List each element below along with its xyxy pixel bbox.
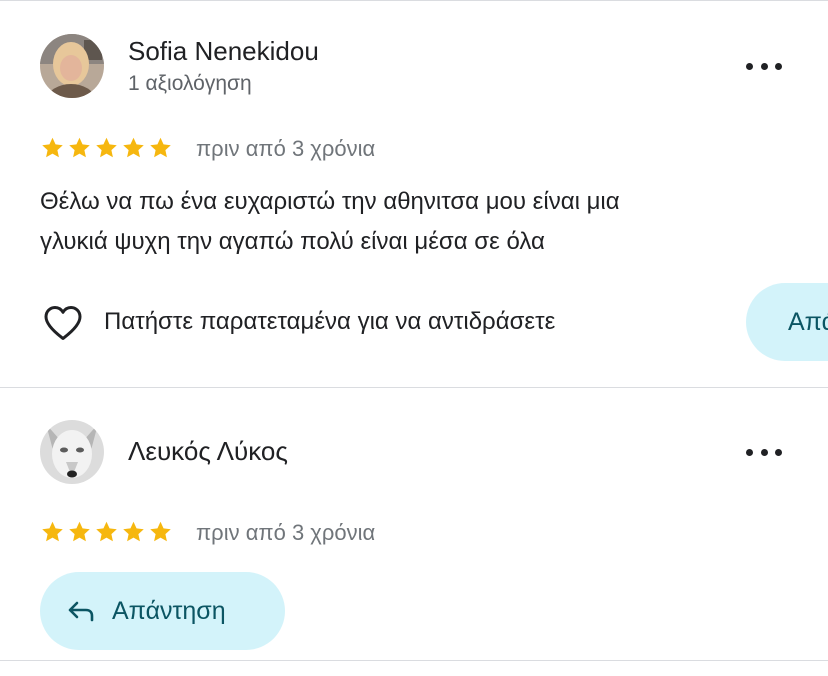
review-text-line: Θέλω να πω ένα ευχαριστώ την αθηνιτσα μο… — [40, 188, 620, 215]
more-options-icon[interactable] — [746, 441, 782, 463]
avatar-photo — [40, 420, 104, 484]
reply-button[interactable]: Απάντηση — [40, 572, 285, 650]
review-text: Θέλω να πω ένα ευχαριστώ την αθηνιτσα μο… — [40, 182, 800, 262]
reply-button[interactable]: Απάντηση — [746, 283, 828, 361]
author-name[interactable]: Λευκός Λύκος — [128, 436, 288, 467]
review-date: πριν από 3 χρόνια — [196, 136, 376, 161]
star-icon — [42, 521, 63, 542]
bottom-divider — [0, 660, 828, 661]
review-text-line: γλυκιά ψυχη την αγαπώ πολύ είναι μέσα σε… — [40, 228, 545, 255]
star-icon — [96, 521, 117, 542]
review-date: πριν από 3 χρόνια — [196, 520, 376, 545]
avatar[interactable] — [40, 34, 104, 98]
review-count: 1 αξιολόγηση — [128, 72, 252, 95]
more-options-icon[interactable] — [746, 55, 782, 77]
author-name[interactable]: Sofia Nenekidou — [128, 36, 319, 67]
reply-button-label: Απάντηση — [788, 307, 828, 336]
star-icon — [42, 137, 63, 158]
review-card: Sofia Nenekidou 1 αξιολόγηση πριν από 3 … — [0, 0, 828, 388]
star-icon — [96, 137, 117, 158]
star-icon — [123, 521, 144, 542]
avatar-photo — [40, 34, 104, 98]
review-card: Λευκός Λύκος πριν από 3 χρόνια Απάντηση — [0, 388, 828, 676]
star-icon — [123, 137, 144, 158]
star-icon — [69, 521, 90, 542]
star-icon — [69, 137, 90, 158]
star-icon — [150, 521, 171, 542]
reply-arrow-icon — [68, 601, 94, 622]
star-rating — [40, 520, 173, 544]
reply-button-label: Απάντηση — [112, 596, 226, 625]
heart-outline-icon[interactable] — [42, 304, 84, 347]
reviews-list: Sofia Nenekidou 1 αξιολόγηση πριν από 3 … — [0, 0, 828, 676]
avatar[interactable] — [40, 420, 104, 484]
star-rating — [40, 136, 173, 160]
star-icon — [150, 137, 171, 158]
react-hint[interactable]: Πατήστε παρατεταμένα για να αντιδράσετε — [104, 308, 555, 336]
